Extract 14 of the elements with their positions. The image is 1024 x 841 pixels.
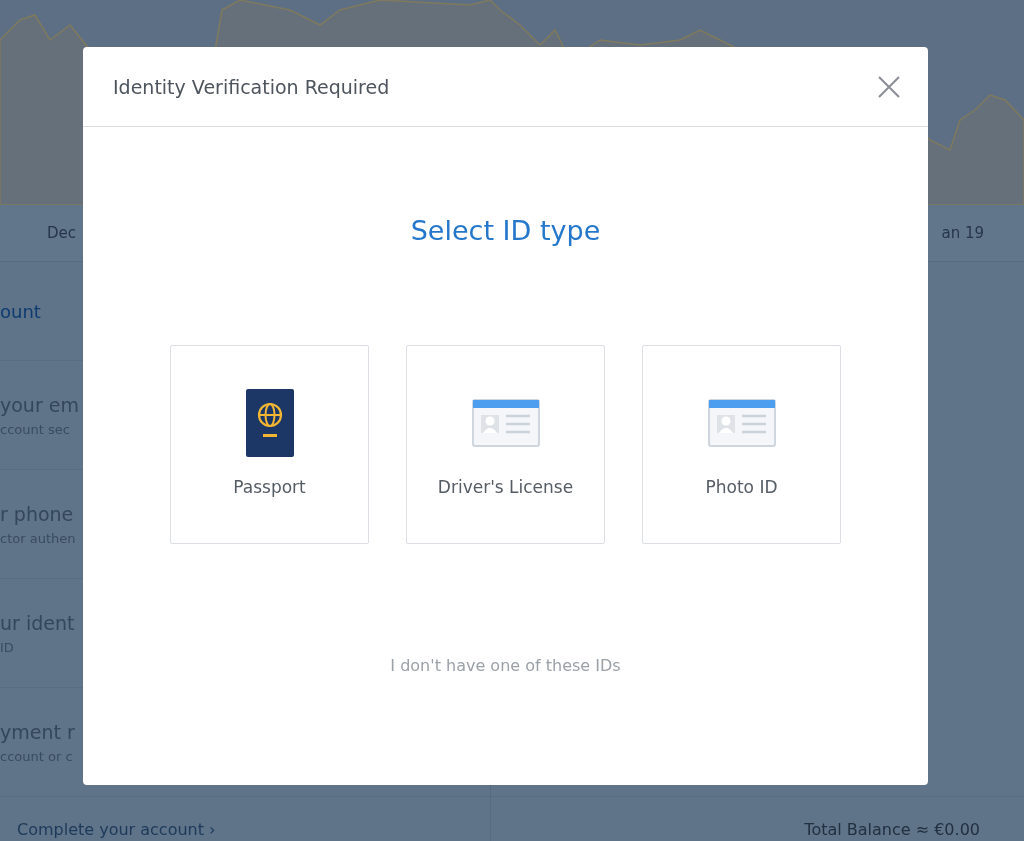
id-card-icon [707, 398, 776, 447]
close-button[interactable] [878, 75, 900, 98]
axis-label: Dec [47, 224, 77, 242]
id-card-icon [471, 398, 540, 447]
dialog-title: Identity Verification Required [113, 75, 390, 98]
id-type-option[interactable]: Photo ID [642, 345, 841, 544]
id-type-option[interactable]: Driver's License [406, 345, 605, 544]
dialog-heading: Select ID type [410, 215, 601, 246]
id-type-option[interactable]: Passport [170, 345, 369, 544]
panel-title: ount [0, 300, 41, 322]
close-icon [878, 75, 900, 98]
axis-label: an 19 [941, 224, 984, 242]
passport-icon [245, 388, 294, 457]
total-balance: Total Balance ≈ €0.00 [804, 820, 980, 839]
